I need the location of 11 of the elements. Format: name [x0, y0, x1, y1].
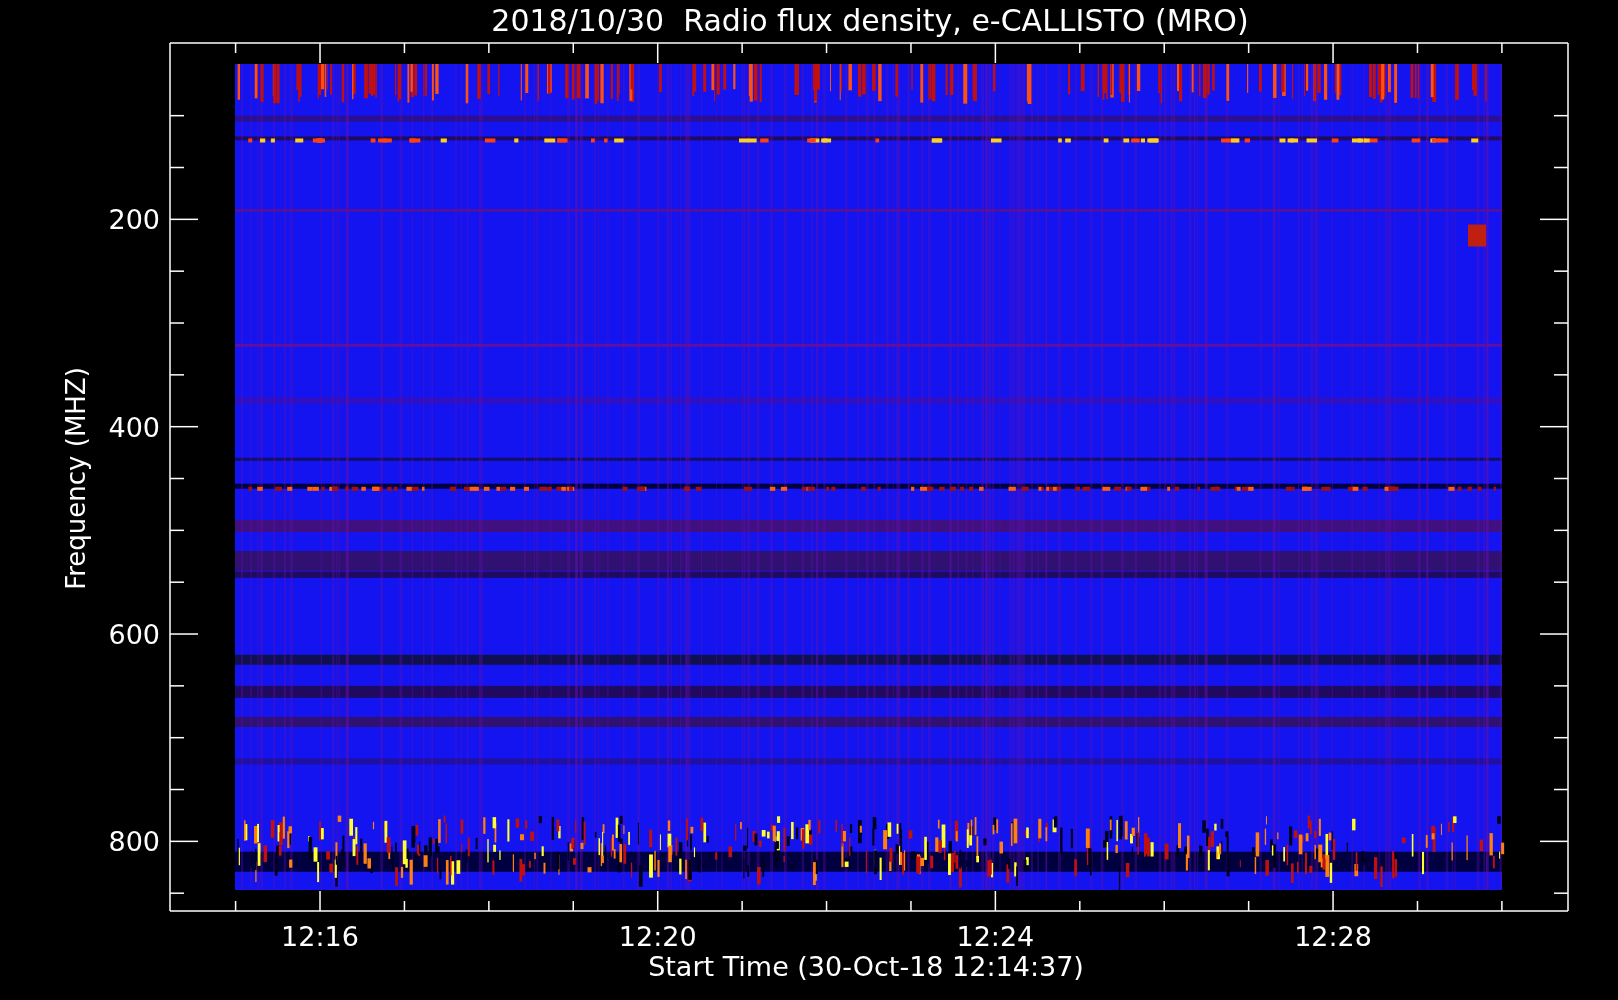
- x-tick-label: 12:16: [281, 921, 359, 952]
- y-axis-title: Frequency (MHZ): [61, 367, 91, 590]
- y-tick-label: 800: [108, 826, 160, 858]
- y-tick-label: 200: [108, 204, 160, 236]
- x-tick-label: 12:24: [956, 921, 1035, 952]
- chart-title: 2018/10/30 Radio flux density, e-CALLISTO (MRO): [491, 3, 1249, 38]
- x-tick-label: 12:28: [1294, 921, 1372, 952]
- y-tick-label: 600: [108, 619, 160, 650]
- y-tick-label: 400: [108, 411, 160, 443]
- x-axis-title: Start Time (30-Oct-18 12:14:37): [648, 951, 1084, 982]
- x-tick-label: 12:20: [618, 921, 697, 952]
